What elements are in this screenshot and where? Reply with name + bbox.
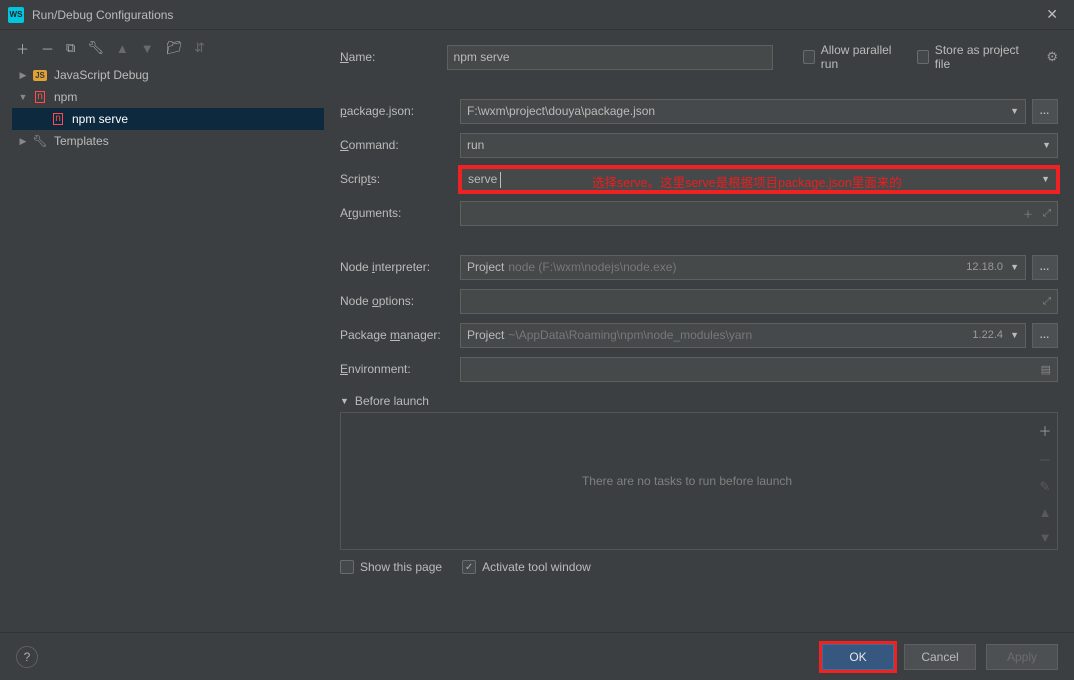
- node-options-label: Node options:: [340, 294, 460, 308]
- store-project-label: Store as project file: [935, 43, 1023, 71]
- browse-button[interactable]: …: [1032, 99, 1058, 124]
- expand-plus-icon[interactable]: ＋: [1023, 206, 1033, 221]
- tree-label: Templates: [52, 134, 109, 148]
- version-badge: 1.22.4: [972, 329, 1003, 341]
- package-json-label: package.json:: [340, 104, 460, 118]
- gear-icon[interactable]: ⚙: [1046, 49, 1058, 65]
- empty-text: There are no tasks to run before launch: [341, 413, 1033, 549]
- up-icon[interactable]: ▲: [116, 41, 129, 56]
- chevron-right-icon: ▶: [18, 136, 28, 147]
- name-label: Name:: [340, 50, 447, 64]
- footer: ? OK Cancel Apply: [0, 632, 1074, 680]
- arguments-label: Arguments:: [340, 206, 460, 220]
- show-this-page-checkbox[interactable]: Show this page: [340, 560, 442, 574]
- chevron-right-icon: ▶: [18, 70, 28, 81]
- ok-button[interactable]: OK: [822, 644, 894, 670]
- down-icon[interactable]: ▼: [141, 41, 154, 56]
- wrench-icon[interactable]: 🔧︎: [87, 40, 104, 56]
- down-task-icon: ▼: [1039, 530, 1052, 545]
- before-launch-header[interactable]: ▼ Before launch: [340, 394, 1058, 408]
- help-button[interactable]: ?: [16, 646, 38, 668]
- npm-icon: n: [35, 91, 45, 103]
- name-input[interactable]: npm serve: [447, 45, 773, 70]
- collapse-icon[interactable]: ⇵: [194, 40, 205, 56]
- command-select[interactable]: run ▼: [460, 133, 1058, 158]
- wrench-icon: 🔧︎: [32, 133, 48, 149]
- annotation-text: 选择serve。这里serve是根据项目package.json里面来的: [592, 172, 902, 191]
- add-task-icon[interactable]: ＋: [1038, 421, 1051, 440]
- package-manager-select[interactable]: Project ~\AppData\Roaming\npm\node_modul…: [460, 323, 1026, 348]
- browse-button[interactable]: …: [1032, 323, 1058, 348]
- chevron-down-icon: ▼: [1042, 140, 1051, 150]
- folder-icon[interactable]: 📁︎: [166, 40, 183, 56]
- scripts-label: Scripts:: [340, 172, 460, 186]
- apply-button[interactable]: Apply: [986, 644, 1058, 670]
- chevron-down-icon: ▼: [1010, 330, 1019, 340]
- chevron-down-icon: ▼: [1041, 174, 1050, 184]
- titlebar: WS Run/Debug Configurations ✕: [0, 0, 1074, 30]
- tree-item-npm-serve[interactable]: n npm serve: [12, 108, 324, 130]
- show-page-label: Show this page: [360, 560, 442, 574]
- node-interpreter-select[interactable]: Project node (F:\wxm\nodejs\node.exe) 12…: [460, 255, 1026, 280]
- remove-icon[interactable]: －: [41, 39, 54, 58]
- expand-icon[interactable]: ⤢: [1043, 296, 1051, 307]
- app-icon: WS: [8, 7, 24, 23]
- activate-tool-label: Activate tool window: [482, 560, 591, 574]
- up-task-icon: ▲: [1039, 505, 1052, 520]
- expand-icon[interactable]: ⤢: [1043, 208, 1051, 219]
- chevron-down-icon: ▼: [1010, 262, 1019, 272]
- tree-item-js-debug[interactable]: ▶ JS JavaScript Debug: [12, 64, 324, 86]
- add-icon[interactable]: ＋: [16, 39, 29, 58]
- checkbox-icon: [803, 50, 815, 64]
- close-icon[interactable]: ✕: [1038, 2, 1066, 27]
- command-label: Command:: [340, 138, 460, 152]
- before-launch-panel: There are no tasks to run before launch …: [340, 412, 1058, 550]
- text-caret: [500, 172, 501, 188]
- list-icon[interactable]: ▤: [1041, 363, 1051, 376]
- allow-parallel-label: Allow parallel run: [821, 43, 899, 71]
- tree-item-templates[interactable]: ▶ 🔧︎ Templates: [12, 130, 324, 152]
- checkbox-icon: [917, 50, 929, 64]
- package-manager-label: Package manager:: [340, 328, 460, 342]
- cancel-button[interactable]: Cancel: [904, 644, 976, 670]
- environment-label: Environment:: [340, 362, 460, 376]
- config-tree: ▶ JS JavaScript Debug ▼ n npm n npm serv…: [12, 64, 324, 624]
- browse-button[interactable]: …: [1032, 255, 1058, 280]
- scripts-select[interactable]: serve 选择serve。这里serve是根据项目package.json里面…: [460, 167, 1058, 192]
- tree-label: JavaScript Debug: [52, 68, 149, 82]
- checkbox-icon: [340, 560, 354, 574]
- form-panel: Name: npm serve Allow parallel run Store…: [328, 30, 1074, 632]
- node-interpreter-label: Node interpreter:: [340, 260, 460, 274]
- tree-label: npm: [52, 90, 77, 104]
- arguments-input[interactable]: ＋ ⤢: [460, 201, 1058, 226]
- package-json-input[interactable]: F:\wxm\project\douya\package.json ▼: [460, 99, 1026, 124]
- store-project-checkbox[interactable]: Store as project file: [917, 43, 1023, 71]
- window-title: Run/Debug Configurations: [32, 8, 1038, 22]
- allow-parallel-checkbox[interactable]: Allow parallel run: [803, 43, 899, 71]
- copy-icon[interactable]: ⧉: [66, 40, 75, 56]
- remove-task-icon: －: [1038, 450, 1051, 469]
- chevron-down-icon: ▼: [18, 92, 28, 102]
- node-options-input[interactable]: ⤢: [460, 289, 1058, 314]
- chevron-down-icon: ▼: [340, 396, 349, 406]
- checkbox-icon: [462, 560, 476, 574]
- edit-task-icon: ✎: [1040, 479, 1051, 495]
- tree-item-npm[interactable]: ▼ n npm: [12, 86, 324, 108]
- version-badge: 12.18.0: [966, 261, 1003, 273]
- sidebar-toolbar: ＋ － ⧉ 🔧︎ ▲ ▼ 📁︎ ⇵: [12, 38, 324, 64]
- tree-label: npm serve: [70, 112, 128, 126]
- js-icon: JS: [33, 70, 47, 81]
- activate-tool-checkbox[interactable]: Activate tool window: [462, 560, 591, 574]
- sidebar: ＋ － ⧉ 🔧︎ ▲ ▼ 📁︎ ⇵ ▶ JS JavaScript Debug …: [0, 30, 328, 632]
- environment-input[interactable]: ▤: [460, 357, 1058, 382]
- npm-icon: n: [53, 113, 63, 125]
- chevron-down-icon: ▼: [1010, 106, 1019, 116]
